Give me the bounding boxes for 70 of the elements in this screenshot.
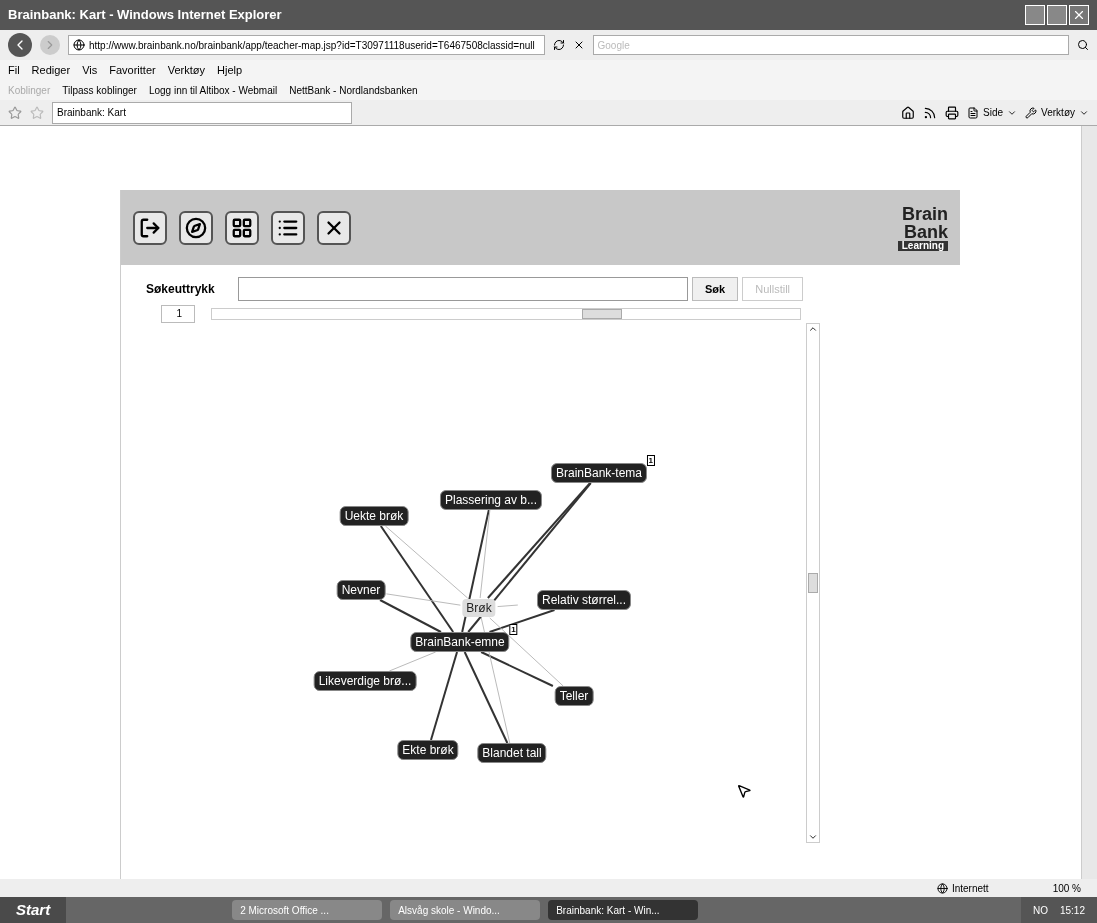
address-field[interactable]: http://www.brainbank.no/brainbank/app/teacher-map.jsp?id=T30971118userid=T6467508classid=null [68, 35, 545, 55]
zone-text: Internett [951, 881, 989, 896]
toolbar-button[interactable] [271, 210, 305, 245]
toolbar-button[interactable] [133, 210, 167, 245]
link-item[interactable]: Tilpass koblinger [62, 82, 137, 98]
search-button[interactable]: Søk [692, 277, 739, 301]
depth-spinner[interactable]: 1 [161, 305, 195, 323]
mouse-cursor-icon [736, 783, 752, 799]
compass-icon [185, 216, 207, 239]
command-button[interactable]: Verktøy [1025, 105, 1089, 120]
map-node[interactable]: BrainBank-tema [551, 463, 647, 483]
count-badge: 1 [646, 455, 655, 466]
page-scrollbar[interactable] [1081, 126, 1097, 879]
map-node[interactable]: Relativ størrel... [537, 590, 631, 610]
scroll-down-icon[interactable] [808, 832, 818, 842]
toolbar-button[interactable] [317, 210, 351, 245]
maximize-button[interactable] [1047, 5, 1067, 25]
menu-item[interactable]: Fil [8, 61, 20, 79]
start-button[interactable]: Start [0, 897, 67, 923]
feed-icon[interactable] [923, 105, 938, 120]
taskbar-task[interactable]: Brainbank: Kart - Win... [548, 900, 699, 920]
refresh-icon[interactable] [552, 39, 565, 51]
links-label: Koblinger [8, 83, 51, 98]
map-node[interactable]: Ekte brøk [397, 740, 459, 760]
home-icon[interactable] [901, 105, 916, 120]
menu-item[interactable]: Rediger [31, 61, 71, 79]
menu-item[interactable]: Verktøy [167, 61, 205, 79]
logo-tag: Learning [897, 240, 948, 251]
taskbar-task[interactable]: Alsvåg skole - Windo... [390, 900, 541, 920]
search-label: Søkeuttrykk [146, 281, 216, 298]
browser-tab[interactable]: Brainbank: Kart [52, 101, 352, 124]
close-icon [1072, 8, 1086, 22]
search-input[interactable] [238, 277, 688, 301]
back-button[interactable] [8, 33, 32, 57]
taskbar-task[interactable]: 2 Microsoft Office ... [232, 900, 383, 920]
close-button[interactable] [1069, 5, 1089, 25]
map-node[interactable]: BrainBank-emne [410, 632, 510, 652]
toolbar-button[interactable] [225, 210, 259, 245]
language-indicator[interactable]: NO [1032, 902, 1048, 918]
minimize-button[interactable] [1025, 5, 1045, 25]
search-icon[interactable] [1077, 39, 1089, 51]
map-node[interactable]: Blandet tall [477, 743, 547, 763]
map-node[interactable]: Uekte brøk [339, 506, 409, 526]
zoom-button[interactable]: 100 % [1052, 880, 1081, 896]
globe-icon [936, 882, 948, 894]
count-badge: 1 [509, 624, 518, 635]
map-node[interactable]: Teller [554, 686, 594, 706]
menu-item[interactable]: Vis [82, 61, 98, 79]
vertical-scrollbar[interactable] [806, 323, 820, 843]
command-button[interactable]: Side [967, 105, 1018, 120]
toolbar-button[interactable] [179, 210, 213, 245]
scroll-up-icon[interactable] [808, 324, 818, 334]
map-node[interactable]: Plassering av b... [440, 490, 542, 510]
print-icon[interactable] [945, 105, 960, 120]
wrench-icon [1025, 106, 1038, 119]
clock-text: 15:12 [1059, 903, 1085, 918]
scroll-thumb[interactable] [808, 573, 818, 593]
menu-item[interactable]: Favoritter [109, 61, 156, 79]
logo-text: Brain [902, 204, 948, 223]
link-item[interactable]: Logg inn til Altibox - Webmail [148, 82, 278, 98]
scroll-thumb[interactable] [582, 309, 622, 319]
map-node[interactable]: Nevner [336, 580, 386, 600]
map-node[interactable]: Brøk [462, 599, 496, 617]
horizontal-scrollbar[interactable] [211, 308, 801, 320]
exit-door-icon [139, 216, 161, 239]
map-node[interactable]: Likeverdige brø... [313, 671, 417, 691]
link-item[interactable]: NettBank - Nordlandsbanken [289, 82, 418, 98]
menu-item[interactable]: Hjelp [217, 61, 243, 79]
logo-text: Bank [904, 222, 948, 241]
window-title: Brainbank: Kart - Windows Internet Explorer [8, 6, 282, 25]
